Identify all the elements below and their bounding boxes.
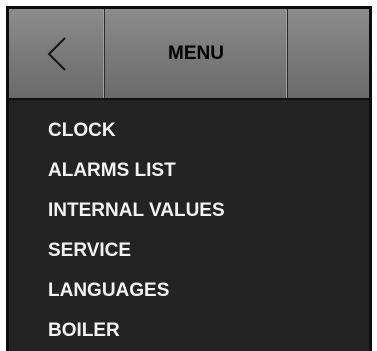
menu-screen: MENU CLOCK ALARMS LIST INTERNAL VALUES S… bbox=[6, 6, 372, 351]
menu-item-service[interactable]: SERVICE bbox=[48, 234, 131, 268]
menu-item-clock[interactable]: CLOCK bbox=[48, 114, 116, 148]
title-cell: MENU bbox=[105, 9, 288, 98]
back-button[interactable] bbox=[9, 9, 105, 98]
menu-item-boiler[interactable]: BOILER bbox=[48, 314, 120, 348]
menu-item-internal-values[interactable]: INTERNAL VALUES bbox=[48, 194, 225, 228]
chevron-left-icon bbox=[46, 36, 68, 72]
header-bar: MENU bbox=[9, 9, 369, 100]
page-title: MENU bbox=[168, 42, 224, 64]
header-empty-cell bbox=[288, 9, 369, 98]
menu-item-alarms-list[interactable]: ALARMS LIST bbox=[48, 154, 176, 188]
menu-item-languages[interactable]: LANGUAGES bbox=[48, 274, 169, 308]
